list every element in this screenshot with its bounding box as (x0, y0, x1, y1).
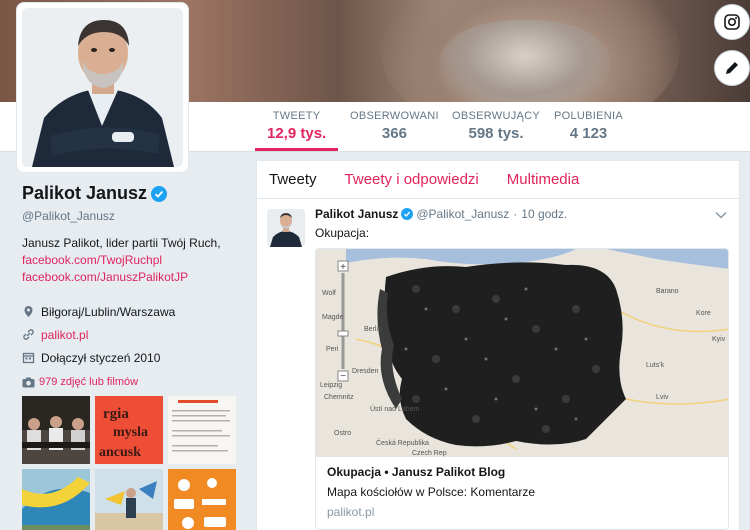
banner-beard (440, 20, 610, 102)
nav-stat-label: OBSERWOWANI (350, 110, 439, 122)
location-pin-icon (24, 306, 33, 317)
tweet-avatar[interactable] (267, 209, 305, 247)
nav-stat-followers[interactable]: OBSERWUJĄCY 598 tys. (452, 110, 540, 142)
churches-map: + − Berlin Magde Wolf Peri Leipzig Dresd… (316, 249, 728, 457)
chevron-down-icon[interactable] (715, 211, 727, 219)
person-illustration (267, 209, 305, 247)
tab-tweets-replies[interactable]: Tweety i odpowiedzi (345, 171, 479, 188)
map-label-czech: Czech Rep (412, 450, 447, 457)
media-thumb[interactable] (95, 469, 163, 530)
profile-name: Palikot Janusz (22, 183, 148, 203)
svg-text:mysla: mysla (113, 425, 148, 440)
tab-media[interactable]: Multimedia (507, 171, 580, 188)
nav-stat-label: POLUBIENIA (554, 110, 624, 122)
bio-link-palikot-fb[interactable]: facebook.com/JanuszPalikotJP (22, 270, 188, 284)
link-card[interactable]: + − Berlin Magde Wolf Peri Leipzig Dresd… (315, 248, 729, 530)
nav-stat-value: 366 (381, 125, 407, 142)
map-label-lviv: Lviv (656, 394, 669, 401)
map-label-cesko: Česká Republika (376, 438, 429, 447)
card-title: Okupacja • Janusz Palikot Blog (327, 465, 506, 479)
profile-name-row: Palikot Janusz (22, 183, 242, 204)
media-thumb[interactable] (168, 396, 236, 464)
joined-row: Dołączył styczeń 2010 (22, 346, 242, 369)
nav-stat-tweets[interactable]: TWEETY 12,9 tys. (254, 110, 339, 151)
profile-card: Palikot Janusz @Palikot_Janusz Janusz Pa… (22, 183, 242, 369)
verified-badge-icon (151, 185, 168, 202)
joined-text: Dołączył styczeń 2010 (41, 350, 161, 365)
map-label-berlin: Berlin (364, 326, 382, 333)
timeline: Tweety Tweety i odpowiedzi Multimedia Pa… (256, 160, 740, 530)
card-description: Mapa kościołów w Polsce: Komentarze (327, 485, 536, 499)
tweet[interactable]: Palikot Janusz @Palikot_Janusz · 10 godz… (257, 199, 739, 530)
edit-button[interactable] (714, 50, 750, 86)
map-label-ostro: Ostro (334, 430, 351, 437)
svg-text:+: + (340, 262, 346, 273)
tweet-separator: · (513, 207, 518, 221)
verified-badge-icon (401, 208, 414, 220)
map-label-kyiv: Kyiv (712, 336, 726, 343)
nav-stat-label: TWEETY (272, 110, 321, 122)
photos-videos-link[interactable]: 979 zdjęć lub filmów (22, 376, 138, 388)
calendar-icon (22, 352, 35, 364)
card-image: + − Berlin Magde Wolf Peri Leipzig Dresd… (316, 249, 728, 457)
media-photo (168, 396, 236, 464)
pencil-icon (726, 62, 738, 74)
camera-icon (22, 377, 35, 387)
tweet-text: Okupacja: (315, 226, 370, 240)
tab-tweets[interactable]: Tweety (269, 171, 317, 188)
timeline-tabs: Tweety Tweety i odpowiedzi Multimedia (257, 161, 739, 199)
media-photo (168, 469, 236, 530)
map-label-chemnitz: Chemnitz (324, 394, 354, 401)
map-label-leipzig: Leipzig (320, 382, 342, 389)
nav-stat-value: 12,9 tys. (267, 125, 327, 142)
person-illustration (22, 8, 183, 167)
website-row: palikot.pl (22, 323, 242, 346)
profile-avatar[interactable] (16, 2, 189, 173)
tweet-author-name[interactable]: Palikot Janusz (315, 207, 398, 221)
media-thumb[interactable] (22, 396, 90, 464)
tweet-header: Palikot Janusz @Palikot_Janusz · 10 godz… (315, 207, 727, 221)
card-domain: palikot.pl (327, 505, 375, 519)
media-photo (22, 396, 90, 464)
link-icon (23, 329, 34, 340)
map-label-baranov: Barano (656, 288, 679, 295)
media-photo: rgia mysla ancusk (95, 396, 163, 464)
tweet-timestamp[interactable]: 10 godz. (521, 207, 567, 221)
svg-text:−: − (340, 371, 346, 382)
svg-text:ancusk: ancusk (99, 445, 141, 460)
media-photo (22, 469, 90, 530)
avatar-photo (22, 8, 183, 167)
nav-stat-value: 4 123 (569, 125, 608, 142)
map-label-ustnad: Ústí nad Labem (370, 404, 420, 413)
bio-text: Janusz Palikot, lider partii Twój Ruch, (22, 236, 221, 250)
map-label-dresden: Dresden (352, 368, 379, 375)
map-label-lutsk: Luts'k (646, 362, 665, 369)
photos-videos-count: 979 zdjęć lub filmów (39, 376, 139, 388)
media-photo (95, 469, 163, 530)
card-body: Okupacja • Janusz Palikot Blog Mapa kośc… (316, 457, 728, 529)
svg-text:rgia: rgia (103, 406, 129, 422)
nav-stat-following[interactable]: OBSERWOWANI 366 (350, 110, 439, 142)
bio-link-twojruch[interactable]: facebook.com/TwojRuchpl (22, 253, 162, 267)
nav-stat-label: OBSERWUJĄCY (452, 110, 541, 122)
media-thumb[interactable]: rgia mysla ancusk (95, 396, 163, 464)
profile-bio: Janusz Palikot, lider partii Twój Ruch, … (22, 235, 242, 286)
location-text: Biłgoraj/Lublin/Warszawa (41, 304, 176, 319)
profile-meta: Biłgoraj/Lublin/Warszawa palikot.pl Dołą… (22, 300, 242, 369)
website-link[interactable]: palikot.pl (41, 328, 88, 342)
map-label-magde: Magde (322, 314, 344, 321)
map-label-korosten: Kore (696, 310, 711, 317)
map-label-wolf: Wolf (322, 290, 336, 297)
media-thumb[interactable] (168, 469, 236, 530)
camera-icon (724, 14, 740, 30)
map-label-peri: Peri (326, 346, 339, 353)
nav-stat-likes[interactable]: POLUBIENIA 4 123 (554, 110, 623, 142)
nav-stat-value: 598 tys. (468, 125, 524, 142)
instagram-button[interactable] (714, 4, 750, 40)
media-thumb[interactable] (22, 469, 90, 530)
profile-handle[interactable]: @Palikot_Janusz (22, 209, 242, 223)
location-row: Biłgoraj/Lublin/Warszawa (22, 300, 242, 323)
tweet-author-handle[interactable]: @Palikot_Janusz (416, 207, 509, 221)
